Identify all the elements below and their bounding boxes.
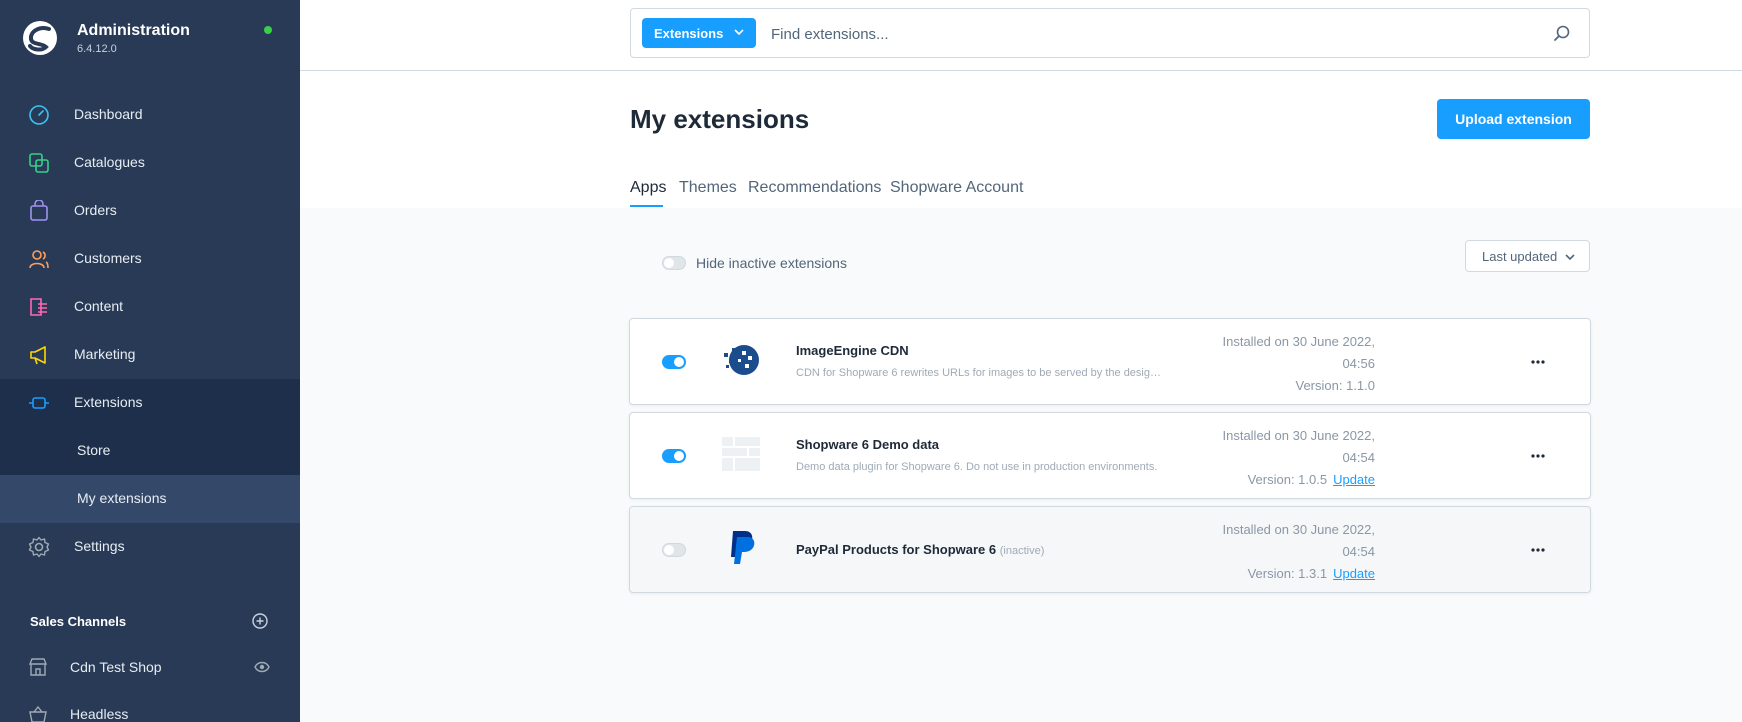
sidebar-item-content[interactable]: Content — [0, 283, 300, 331]
search-type-dropdown[interactable]: Extensions — [642, 18, 756, 48]
extensions-icon — [29, 397, 49, 409]
customers-icon — [29, 250, 49, 269]
storefront-icon — [28, 658, 48, 676]
app-title: Administration — [77, 22, 190, 39]
eye-icon[interactable] — [254, 660, 270, 674]
extension-meta: Installed on 30 June 2022, 04:56 Version… — [1190, 331, 1375, 397]
installed-time: 04:54 — [1342, 450, 1375, 465]
extension-card: Shopware 6 Demo data Demo data plugin fo… — [629, 412, 1591, 499]
sales-channel-item[interactable]: Headless — [0, 694, 300, 722]
sidebar-subitem-label: My extensions — [77, 490, 167, 506]
extension-name-text: PayPal Products for Shopware 6 — [796, 542, 997, 557]
paypal-logo-icon — [731, 531, 755, 564]
sort-label: Last updated — [1482, 249, 1558, 264]
extension-active-toggle[interactable] — [662, 543, 686, 557]
installed-date: Installed on 30 June 2022, — [1222, 334, 1375, 349]
search-input[interactable] — [771, 23, 1531, 45]
installed-date: Installed on 30 June 2022, — [1222, 428, 1375, 443]
catalogue-icon — [29, 153, 49, 173]
toggle-knob — [664, 545, 674, 555]
extension-description: Demo data plugin for Shopware 6. Do not … — [796, 461, 1158, 473]
sidebar-item-label: Extensions — [74, 394, 143, 410]
orders-icon — [30, 200, 48, 221]
imageengine-logo-icon — [724, 345, 759, 375]
extension-active-toggle[interactable] — [662, 355, 686, 369]
sidebar-subitem-label: Store — [77, 442, 111, 458]
sales-channel-label: Headless — [70, 706, 129, 722]
upload-extension-button[interactable]: Upload extension — [1437, 99, 1590, 139]
update-link[interactable]: Update — [1333, 472, 1375, 487]
sidebar-subitem-store[interactable]: Store — [0, 427, 300, 475]
extension-version: Version: 1.0.5 — [1247, 472, 1328, 487]
sidebar-item-orders[interactable]: Orders — [0, 187, 300, 235]
extension-meta: Installed on 30 June 2022, 04:54 Version… — [1190, 519, 1375, 585]
sales-channel-label: Cdn Test Shop — [70, 659, 162, 675]
sidebar-item-label: Orders — [74, 202, 117, 218]
gear-icon — [28, 536, 50, 558]
shopware-logo-icon — [23, 21, 57, 55]
online-status-indicator — [264, 26, 272, 34]
inactive-tag: (inactive) — [999, 545, 1045, 557]
app-version: 6.4.12.0 — [77, 43, 117, 55]
installed-date: Installed on 30 June 2022, — [1222, 522, 1375, 537]
extension-name: PayPal Products for Shopware 6 (inactive… — [796, 542, 1044, 557]
sidebar-item-label: Marketing — [74, 346, 136, 362]
toggle-knob — [674, 357, 684, 367]
sidebar-subitem-my-extensions[interactable]: My extensions — [0, 475, 300, 523]
sidebar-item-marketing[interactable]: Marketing — [0, 331, 300, 379]
tab-recommendations[interactable]: Recommendations — [748, 179, 881, 207]
extension-name: ImageEngine CDN — [796, 343, 909, 358]
chevron-down-icon — [1565, 254, 1575, 261]
sidebar-item-label: Dashboard — [74, 106, 143, 122]
top-bar: Extensions — [300, 0, 1742, 71]
installed-time: 04:54 — [1342, 544, 1375, 559]
brand[interactable]: Administration 6.4.12.0 — [20, 18, 280, 62]
search-bar: Extensions — [630, 8, 1590, 58]
search-icon[interactable] — [1553, 24, 1571, 42]
basket-icon — [29, 705, 47, 722]
extension-card: ImageEngine CDN CDN for Shopware 6 rewri… — [629, 318, 1591, 405]
dashboard-icon — [29, 105, 49, 125]
installed-time: 04:56 — [1342, 356, 1375, 371]
hide-inactive-toggle[interactable] — [662, 256, 686, 270]
extension-version: Version: 1.1.0 — [1295, 378, 1376, 393]
placeholder-logo-icon — [722, 437, 760, 471]
toggle-knob — [664, 258, 674, 268]
sidebar-item-catalogues[interactable]: Catalogues — [0, 139, 300, 187]
chevron-down-icon — [734, 29, 744, 36]
sidebar-item-label: Catalogues — [74, 154, 145, 170]
update-link[interactable]: Update — [1333, 566, 1375, 581]
sidebar-item-label: Customers — [74, 250, 142, 266]
marketing-icon — [30, 346, 46, 365]
sidebar-item-settings[interactable]: Settings — [0, 523, 300, 571]
page-title: My extensions — [630, 104, 810, 134]
tab-apps[interactable]: Apps — [630, 179, 666, 207]
more-options-icon[interactable] — [1530, 355, 1546, 369]
sidebar-item-extensions[interactable]: Extensions — [0, 379, 300, 427]
toggle-knob — [674, 451, 684, 461]
content-icon — [30, 298, 47, 316]
extension-meta: Installed on 30 June 2022, 04:54 Version… — [1190, 425, 1375, 491]
more-options-icon[interactable] — [1530, 449, 1546, 463]
sidebar: Administration 6.4.12.0 Dashboard Catalo… — [0, 0, 300, 722]
sidebar-item-dashboard[interactable]: Dashboard — [0, 91, 300, 139]
more-options-icon[interactable] — [1530, 543, 1546, 557]
sidebar-item-label: Content — [74, 298, 124, 314]
add-sales-channel-icon[interactable] — [252, 613, 268, 629]
hide-inactive-label: Hide inactive extensions — [696, 255, 847, 271]
extension-description: CDN for Shopware 6 rewrites URLs for ima… — [796, 367, 1166, 379]
active-tab-indicator — [630, 205, 663, 207]
tab-themes[interactable]: Themes — [679, 179, 737, 207]
sales-channel-item[interactable]: Cdn Test Shop — [0, 647, 300, 687]
sales-channels-title: Sales Channels — [30, 614, 127, 629]
sidebar-item-customers[interactable]: Customers — [0, 235, 300, 283]
tab-shopware-account[interactable]: Shopware Account — [890, 179, 1023, 207]
search-type-label: Extensions — [654, 26, 724, 41]
sort-dropdown[interactable]: Last updated — [1465, 240, 1590, 272]
sidebar-item-label: Settings — [74, 538, 125, 554]
extension-name: Shopware 6 Demo data — [796, 437, 940, 452]
extension-active-toggle[interactable] — [662, 449, 686, 463]
extension-version: Version: 1.3.1 — [1247, 566, 1328, 581]
extension-card: PayPal Products for Shopware 6 (inactive… — [629, 506, 1591, 593]
